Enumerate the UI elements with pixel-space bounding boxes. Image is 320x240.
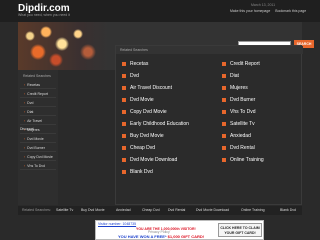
bullet-icon <box>122 61 126 66</box>
related-link[interactable]: Dvd <box>122 73 139 79</box>
bottom-link[interactable]: Cheap Dvd <box>142 206 160 215</box>
arrow-icon: › <box>24 92 26 96</box>
arrow-icon: › <box>24 164 26 168</box>
bottom-link[interactable]: Anxiedad <box>116 206 131 215</box>
related-link[interactable]: Online Training <box>222 157 264 163</box>
bullet-icon <box>122 121 126 126</box>
bottom-link[interactable]: Online Training <box>241 206 265 215</box>
related-link[interactable]: Copy Dvd Movie <box>122 109 167 115</box>
bottom-link[interactable]: Dvd Movie Download <box>196 206 229 215</box>
bullet-icon <box>222 121 226 126</box>
sidebar-item[interactable]: › Air Travel Discount <box>20 117 56 131</box>
arrow-icon: › <box>24 128 26 132</box>
sidebar-item[interactable]: › Dvd Burner <box>20 144 56 152</box>
bullet-icon <box>222 61 226 66</box>
related-link[interactable]: Dvd Movie Download <box>122 157 177 163</box>
ad-claim-button[interactable]: CLICK HERE TO CLAIM YOUR GIFT CARD! <box>218 223 262 237</box>
sidebar-item[interactable]: › Dvd Movie <box>20 135 56 143</box>
sidebar-item[interactable]: › Credit Report <box>20 90 56 98</box>
sidebar-item[interactable]: › Copy Dvd Movie <box>20 153 56 161</box>
arrow-icon: › <box>24 110 26 114</box>
bullet-icon <box>122 133 126 138</box>
bottom-link[interactable]: Buy Dvd Movie <box>81 206 105 215</box>
bullet-icon <box>122 109 126 114</box>
related-link[interactable]: Blank Dvd <box>122 169 153 175</box>
bottom-links-bar: Related Searches: Satellite Tv Buy Dvd M… <box>18 206 302 215</box>
site-tagline: What you need, when you need it <box>18 13 70 17</box>
sidebar-item[interactable]: › Dvd <box>20 99 56 107</box>
related-link[interactable]: Cheap Dvd <box>122 145 155 151</box>
sidebar-item[interactable]: › Vhs To Dvd <box>20 162 56 170</box>
arrow-icon: › <box>24 83 26 87</box>
bullet-icon <box>122 157 126 162</box>
sidebar-item[interactable]: › Mujeres <box>20 126 56 134</box>
sidebar: Related Searches › Recetas › Credit Report… <box>18 70 58 205</box>
related-link[interactable]: Mujeres <box>222 85 248 91</box>
arrow-icon: › <box>24 155 26 159</box>
bullet-icon <box>222 145 226 150</box>
bottom-link[interactable]: Dvd Rental <box>168 206 185 215</box>
related-link[interactable]: Dvd Burner <box>222 97 255 103</box>
privacy-policy-link[interactable]: Privacy Policy <box>148 230 170 234</box>
related-link[interactable]: Credit Report <box>222 61 260 67</box>
sidebar-title: Related Searches <box>23 74 51 78</box>
bottom-link[interactable]: Blank Dvd <box>280 206 296 215</box>
related-link[interactable]: Dvd Rental <box>222 145 255 151</box>
date-text: March 13, 2011 <box>251 3 276 7</box>
sidebar-item[interactable]: › Recetas <box>20 81 56 89</box>
make-homepage-link[interactable]: Make this your homepage <box>230 9 270 13</box>
arrow-icon: › <box>24 137 26 141</box>
bullet-icon <box>122 97 126 102</box>
related-searches-panel: Related Searches Recetas Dvd Air Travel … <box>115 45 303 205</box>
bookmark-link[interactable]: Bookmark this page <box>275 9 306 13</box>
bullet-icon <box>122 73 126 78</box>
hero-image <box>18 22 108 70</box>
related-link[interactable]: Vhs To Dvd <box>222 109 255 115</box>
bullet-icon <box>122 145 126 150</box>
related-link[interactable]: Satellite Tv <box>222 121 255 127</box>
related-heading: Related Searches <box>116 46 303 54</box>
bullet-icon <box>222 133 226 138</box>
related-link[interactable]: Air Travel Discount <box>122 85 172 91</box>
sidebar-item[interactable]: › Diat <box>20 108 56 116</box>
related-link[interactable]: Recetas <box>122 61 148 67</box>
top-links: Make this your homepage Bookmark this pa… <box>230 9 310 13</box>
bullet-icon <box>122 169 126 174</box>
ad-banner[interactable]: Visitor number: 1048735 YOU ARE THE 1,00… <box>95 220 264 240</box>
related-link[interactable]: Buy Dvd Movie <box>122 133 164 139</box>
related-link[interactable]: Diat <box>222 73 239 79</box>
bottom-link[interactable]: Satellite Tv <box>56 206 73 215</box>
arrow-icon: › <box>24 101 26 105</box>
bullet-icon <box>222 157 226 162</box>
related-link[interactable]: Anxiedad <box>222 133 251 139</box>
bottom-links-label: Related Searches: <box>22 208 51 212</box>
arrow-icon: › <box>24 119 26 123</box>
bullet-icon <box>222 97 226 102</box>
top-bar: Dipdir.com What you need, when you need … <box>0 0 320 22</box>
arrow-icon: › <box>24 146 26 150</box>
related-link[interactable]: Dvd Movie <box>122 97 154 103</box>
related-link[interactable]: Early Childhood Education <box>122 121 189 127</box>
bullet-icon <box>222 109 226 114</box>
bullet-icon <box>222 73 226 78</box>
bullet-icon <box>122 85 126 90</box>
ad-prize-text: YOU HAVE WON A FREE* $1,000 GIFT CARD! <box>118 234 205 239</box>
bullet-icon <box>222 85 226 90</box>
ad-visitor-number: Visitor number: 1048735 <box>98 222 137 226</box>
